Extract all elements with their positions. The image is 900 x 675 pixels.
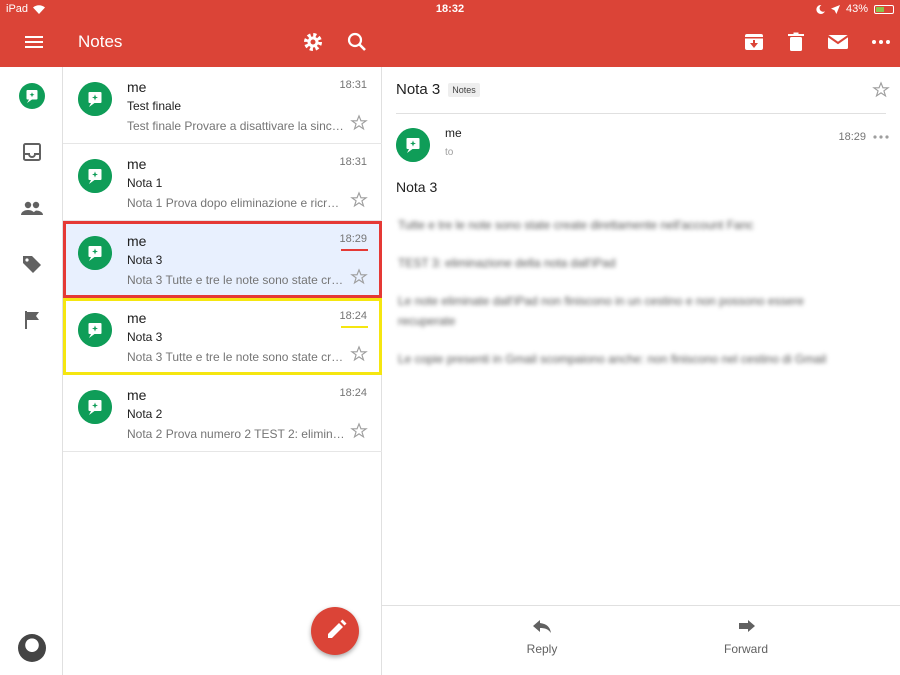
message-paragraph: Le note eliminate dall'iPad non finiscon… xyxy=(398,294,804,328)
item-time: 18:31 xyxy=(339,156,367,168)
notes-icon[interactable] xyxy=(19,83,45,109)
divider xyxy=(396,113,886,114)
message-title: Nota 3 xyxy=(396,179,438,195)
notes-avatar-icon xyxy=(78,313,112,347)
inbox-icon[interactable] xyxy=(19,139,45,165)
item-snippet: Nota 3 Tutte e tre le note sono state cr… xyxy=(127,273,345,287)
item-time: 18:24 xyxy=(339,387,367,399)
location-icon xyxy=(830,4,840,14)
item-snippet: Nota 2 Prova numero 2 TEST 2: eliminazio… xyxy=(127,427,345,441)
star-icon[interactable] xyxy=(350,114,368,132)
people-icon[interactable] xyxy=(19,195,45,221)
list-item[interactable]: me Nota 3 Nota 3 Tutte e tre le note son… xyxy=(63,298,382,375)
item-subject: Nota 3 xyxy=(127,253,163,267)
forward-label: Forward xyxy=(723,642,768,656)
message-paragraph: TEST 3: eliminazione della nota dall'iPa… xyxy=(398,256,616,270)
item-sender: me xyxy=(127,156,147,172)
reply-icon xyxy=(533,620,551,633)
message-paragraph: Le copie presenti in Gmail scompaiono an… xyxy=(398,352,827,366)
label-chip[interactable]: Notes xyxy=(448,82,480,97)
archive-icon[interactable] xyxy=(742,30,766,54)
item-subject: Nota 3 xyxy=(127,330,163,344)
settings-icon[interactable] xyxy=(301,30,325,54)
time-underline xyxy=(341,326,368,328)
message-paragraph: Tutte e tre le note sono state create di… xyxy=(398,218,754,232)
item-sender: me xyxy=(127,310,147,326)
item-time: 18:31 xyxy=(339,79,367,91)
list-item-selected[interactable]: me Nota 3 Nota 3 Tutte e tre le note son… xyxy=(63,221,382,298)
pencil-icon xyxy=(328,619,347,638)
star-icon[interactable] xyxy=(350,191,368,209)
status-time: 18:32 xyxy=(435,3,465,15)
notes-avatar-icon xyxy=(396,128,430,162)
message-time: 18:29 xyxy=(838,131,866,143)
item-snippet: Test finale Provare a disattivare la sin… xyxy=(127,119,345,133)
sender-name: me xyxy=(445,126,462,140)
list-item[interactable]: me Test finale Test finale Provare a dis… xyxy=(63,67,382,144)
delete-icon[interactable] xyxy=(784,30,808,54)
star-icon[interactable] xyxy=(872,81,890,99)
item-sender: me xyxy=(127,79,147,95)
star-icon[interactable] xyxy=(350,345,368,363)
forward-button[interactable]: Forward xyxy=(714,618,778,656)
detail-footer: Reply Forward xyxy=(382,605,900,675)
notes-avatar-icon xyxy=(78,159,112,193)
flag-icon[interactable] xyxy=(19,307,45,333)
recipient-line[interactable]: to xyxy=(445,147,453,158)
search-icon[interactable] xyxy=(345,30,369,54)
note-detail: Nota 3 Notes me to 18:29 Nota 3 Tutte e … xyxy=(382,67,900,675)
item-subject: Nota 2 xyxy=(127,407,163,421)
item-time: 18:24 xyxy=(339,310,367,322)
battery-percent: 43% xyxy=(845,3,868,15)
notes-avatar-icon xyxy=(78,82,112,116)
forward-icon xyxy=(739,620,755,632)
status-right: 43% xyxy=(816,3,894,15)
battery-icon xyxy=(874,4,894,14)
menu-icon[interactable] xyxy=(24,32,44,52)
item-sender: me xyxy=(127,387,147,403)
nav-rail xyxy=(0,67,63,675)
reply-label: Reply xyxy=(526,642,558,656)
list-item[interactable]: me Nota 1 Nota 1 Prova dopo eliminazione… xyxy=(63,144,382,221)
status-bar: iPad 18:32 43% xyxy=(0,0,900,18)
moon-icon xyxy=(816,4,825,14)
item-sender: me xyxy=(127,233,147,249)
mail-icon[interactable] xyxy=(826,30,850,54)
list-item[interactable]: me Nota 2 Nota 2 Prova numero 2 TEST 2: … xyxy=(63,375,382,452)
star-icon[interactable] xyxy=(350,422,368,440)
item-subject: Test finale xyxy=(127,99,182,113)
notes-avatar-icon xyxy=(78,390,112,424)
detail-header: Nota 3 Notes xyxy=(396,81,480,98)
app-bar: Notes xyxy=(0,18,900,67)
more-icon[interactable] xyxy=(869,30,893,54)
reply-button[interactable]: Reply xyxy=(512,618,572,656)
more-icon[interactable] xyxy=(872,131,890,143)
time-underline xyxy=(341,249,368,251)
notes-avatar-icon xyxy=(78,236,112,270)
star-icon[interactable] xyxy=(350,268,368,286)
avatar[interactable] xyxy=(18,634,46,662)
item-time: 18:29 xyxy=(339,233,367,245)
item-snippet: Nota 3 Tutte e tre le note sono state cr… xyxy=(127,350,345,364)
notes-list: me Test finale Test finale Provare a dis… xyxy=(63,67,382,675)
detail-title: Nota 3 xyxy=(396,81,441,98)
item-snippet: Nota 1 Prova dopo eliminazione e ricreaz… xyxy=(127,196,345,210)
app-title: Notes xyxy=(78,32,123,51)
compose-button[interactable] xyxy=(311,607,359,655)
label-icon[interactable] xyxy=(19,251,45,277)
item-subject: Nota 1 xyxy=(127,176,163,190)
